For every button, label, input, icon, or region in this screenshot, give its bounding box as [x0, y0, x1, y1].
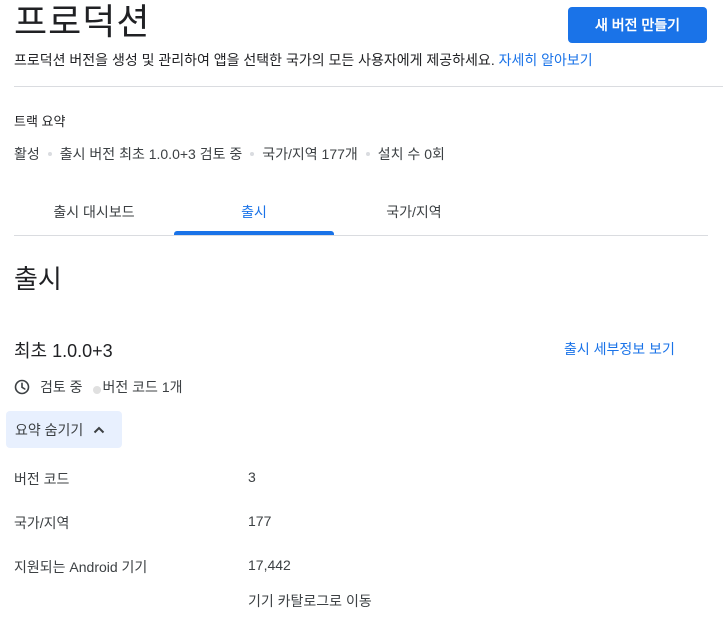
- detail-value-countries: 177: [248, 513, 272, 529]
- release-status: 검토 중: [40, 379, 83, 395]
- summary-installs: 설치 수 0회: [377, 146, 445, 162]
- toggle-label: 요약 숨기기: [15, 421, 84, 438]
- create-release-button[interactable]: 새 버전 만들기: [568, 7, 707, 43]
- track-summary: 활성 출시 버전 최초 1.0.0+3 검토 중 국가/지역 177개 설치 수…: [14, 144, 445, 164]
- tabs-divider: [14, 235, 708, 236]
- separator-dot: [47, 152, 52, 156]
- tab-bar: 출시 대시보드 출시 국가/지역: [14, 202, 708, 236]
- page-title: 프로덕션: [14, 1, 151, 42]
- device-catalog-link[interactable]: 기기 카탈로그로 이동: [248, 591, 372, 611]
- tab-countries[interactable]: 국가/지역: [334, 202, 494, 236]
- learn-more-link[interactable]: 자세히 알아보기: [499, 52, 593, 68]
- summary-release: 출시 버전 최초 1.0.0+3 검토 중: [59, 146, 243, 162]
- version-codes-count: 버전 코드 1개: [102, 379, 183, 395]
- description-text: 프로덕션 버전을 생성 및 관리하여 앱을 선택한 국가의 모든 사용자에게 제…: [14, 52, 495, 68]
- release-status-row: 검토 중 버전 코드 1개: [14, 377, 183, 397]
- detail-value-version-code[interactable]: 3: [248, 469, 256, 485]
- detail-key-devices: 지원되는 Android 기기: [14, 559, 148, 575]
- header-divider: [14, 86, 723, 87]
- separator-dot: [365, 152, 370, 156]
- page-description: 프로덕션 버전을 생성 및 관리하여 앱을 선택한 국가의 모든 사용자에게 제…: [14, 50, 593, 70]
- clock-icon: [14, 379, 30, 395]
- summary-status: 활성: [14, 146, 40, 162]
- detail-value-devices: 17,442: [248, 557, 291, 573]
- summary-countries: 국가/지역 177개: [262, 146, 358, 162]
- section-heading: 출시: [14, 264, 62, 294]
- detail-key-countries: 국가/지역: [14, 515, 70, 531]
- tab-release-dashboard[interactable]: 출시 대시보드: [14, 202, 174, 236]
- separator-dot: [92, 386, 101, 394]
- release-details-link[interactable]: 출시 세부정보 보기: [564, 339, 675, 359]
- release-name: 최초 1.0.0+3: [14, 341, 113, 361]
- track-summary-label: 트랙 요약: [14, 114, 66, 129]
- hide-summary-toggle[interactable]: 요약 숨기기: [6, 411, 122, 448]
- detail-key-version-code: 버전 코드: [14, 471, 70, 487]
- separator-dot: [250, 152, 255, 156]
- chevron-up-icon: [94, 426, 105, 433]
